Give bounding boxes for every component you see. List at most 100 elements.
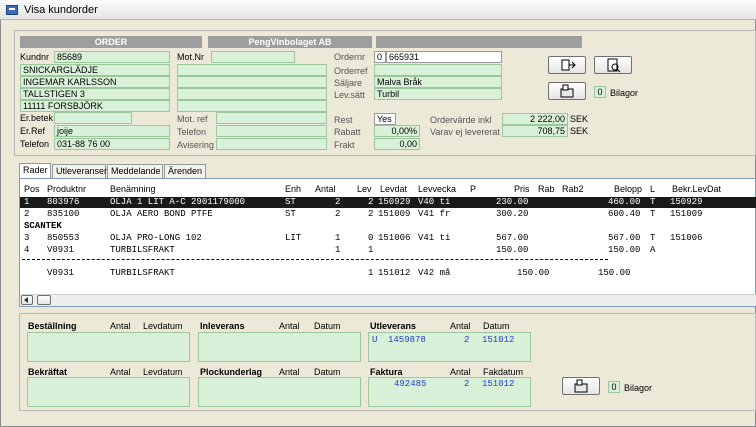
attachment-icon [574,379,588,393]
varav-field[interactable]: 708,75 [502,125,568,137]
varav-label: Varav ej levererat [430,127,500,137]
utleverans-datum-label: Datum [483,321,510,331]
print-preview-button[interactable] [594,56,632,74]
freight-detail-row[interactable]: V0931 TURBILSFRAKT 1 151012 V42 må 150.0… [20,268,756,279]
rabatt-label: Rabatt [334,127,361,137]
tab-meddelande[interactable]: Meddelande [107,164,163,178]
blank-section-bar [376,36,582,48]
utleverans-antal: 2 [464,335,470,345]
row-belopp: 567.00 [608,233,641,243]
ordervarde-field[interactable]: 2 222,00 [502,113,568,125]
freight-levdat: 151012 [378,268,411,278]
ordernr-prefix-field[interactable]: 0 [374,51,386,63]
customer-contact-field[interactable]: INGEMAR KARLSSON [20,76,170,88]
scroll-left-button[interactable] [21,295,33,305]
title-bar [0,0,756,20]
col-p: P [470,184,477,194]
erbetek-field[interactable] [54,112,132,124]
row-levdat: 151009 [378,209,411,219]
faktura-antal: 2 [464,379,470,389]
motnr-label: Mot.Nr [177,52,204,62]
mot-postal-field[interactable] [177,100,327,112]
bilagor-count: 0 [594,86,606,98]
table-row[interactable]: 1 803976 OLJA 1 LIT A-C 2901179000 ST 2 … [20,197,756,208]
bestallning-antal-label: Antal [110,321,131,331]
row-belopp: 460.00 [608,197,641,207]
door-exit-icon [561,59,576,71]
plockunderlag-label: Plockunderlag [200,367,263,377]
rest-field[interactable]: Yes [374,113,396,125]
row-levdat: 151006 [378,233,411,243]
app-icon [6,5,18,15]
ordernr-field[interactable]: 665931 [386,51,502,63]
inleverans-datum-label: Datum [314,321,341,331]
mot-name2-field[interactable] [177,76,327,88]
tab-arenden[interactable]: Ärenden [164,164,206,178]
rabatt-field[interactable]: 0,00% [374,125,420,137]
mot-address-field[interactable] [177,88,327,100]
erref-field[interactable]: joije [54,125,170,137]
tab-utleveranser[interactable]: Utleveranser [52,164,107,178]
row-lev: 2 [368,197,374,207]
table-row[interactable]: 2 835100 OLJA AERO BOND PTFE ST 2 2 1510… [20,209,756,220]
row-lev: 2 [368,209,374,219]
frakt-field[interactable]: 0,00 [374,138,420,150]
customer-postal-field[interactable]: 11111 FORSBJÖRK [20,100,170,112]
table-row[interactable]: SCANTEK [20,221,756,232]
line-bilagor-label: Bilagor [624,383,653,393]
col-antal: Antal [315,184,336,194]
row-antal: 1 [335,233,341,243]
row-l: T [650,233,656,243]
kundnr-label: Kundnr [20,52,50,62]
row-enh: ST [285,197,296,207]
telefon-label: Telefon [20,139,50,149]
bestallning-label: Beställning [28,321,77,331]
row-belopp: 150.00 [608,245,641,255]
telefon-field[interactable]: 031-88 76 00 [54,138,170,150]
customer-address-field[interactable]: TALLSTIGEN 3 [20,88,170,100]
motnr-field[interactable] [211,51,295,63]
faktura-datum: 151012 [482,379,515,389]
row-bekr: 151009 [670,209,703,219]
row-pos: 1 [24,197,30,207]
bekraftat-box [27,377,190,407]
col-rab: Rab [538,184,555,194]
customer-name-field[interactable]: SNICKARGLÄDJE [20,64,170,76]
mot-name-field[interactable] [177,64,327,76]
ordernr-label: Ordernr [334,52,366,62]
tab-strip: Rader Utleveranser Meddelande Ärenden [19,163,419,179]
row-pos: 4 [24,245,30,255]
col-l: L [650,184,656,194]
line-attachment-button[interactable] [562,377,600,395]
scroll-thumb[interactable] [37,295,51,305]
freight-benamning: TURBILSFRAKT [110,268,175,278]
horizontal-scrollbar[interactable] [20,294,756,306]
motref-field[interactable] [216,112,327,124]
table-row[interactable]: 3 850553 OLJA PRO-LONG 102 LIT 1 0 15100… [20,233,756,244]
attachment-button[interactable] [548,82,586,100]
bekraftat-label: Bekräftat [28,367,68,377]
row-pris: 300.20 [496,209,529,219]
mot-telefon-field[interactable] [216,125,327,137]
saljare-field[interactable]: Malva Bråk [374,76,502,88]
erbetek-label: Er.betek [20,113,54,123]
row-benamning: TURBILSFRAKT [110,245,175,255]
orderref-field[interactable] [374,64,502,76]
inleverans-box [198,332,361,362]
plockunderlag-box [198,377,361,407]
utleverans-nr[interactable]: 1459878 [388,335,426,345]
col-pris: Pris [514,184,530,194]
window-title: Visa kundorder [24,4,98,16]
freight-produktnr: V0931 [47,268,75,278]
row-produktnr: 835100 [47,209,80,219]
faktura-nr[interactable]: 492485 [394,379,426,389]
table-row[interactable]: 4 V0931 TURBILSFRAKT 1 1 150.00 150.00 A [20,245,756,256]
tab-rader[interactable]: Rader [19,163,51,179]
row-pris: 230.00 [496,197,529,207]
avisering-field[interactable] [216,138,327,150]
open-door-button[interactable] [548,56,586,74]
plockunderlag-datum-label: Datum [314,367,341,377]
levsatt-field[interactable]: Turbil [374,88,502,100]
kundnr-field[interactable]: 85689 [54,51,170,63]
row-benamning: SCANTEK [24,221,62,231]
